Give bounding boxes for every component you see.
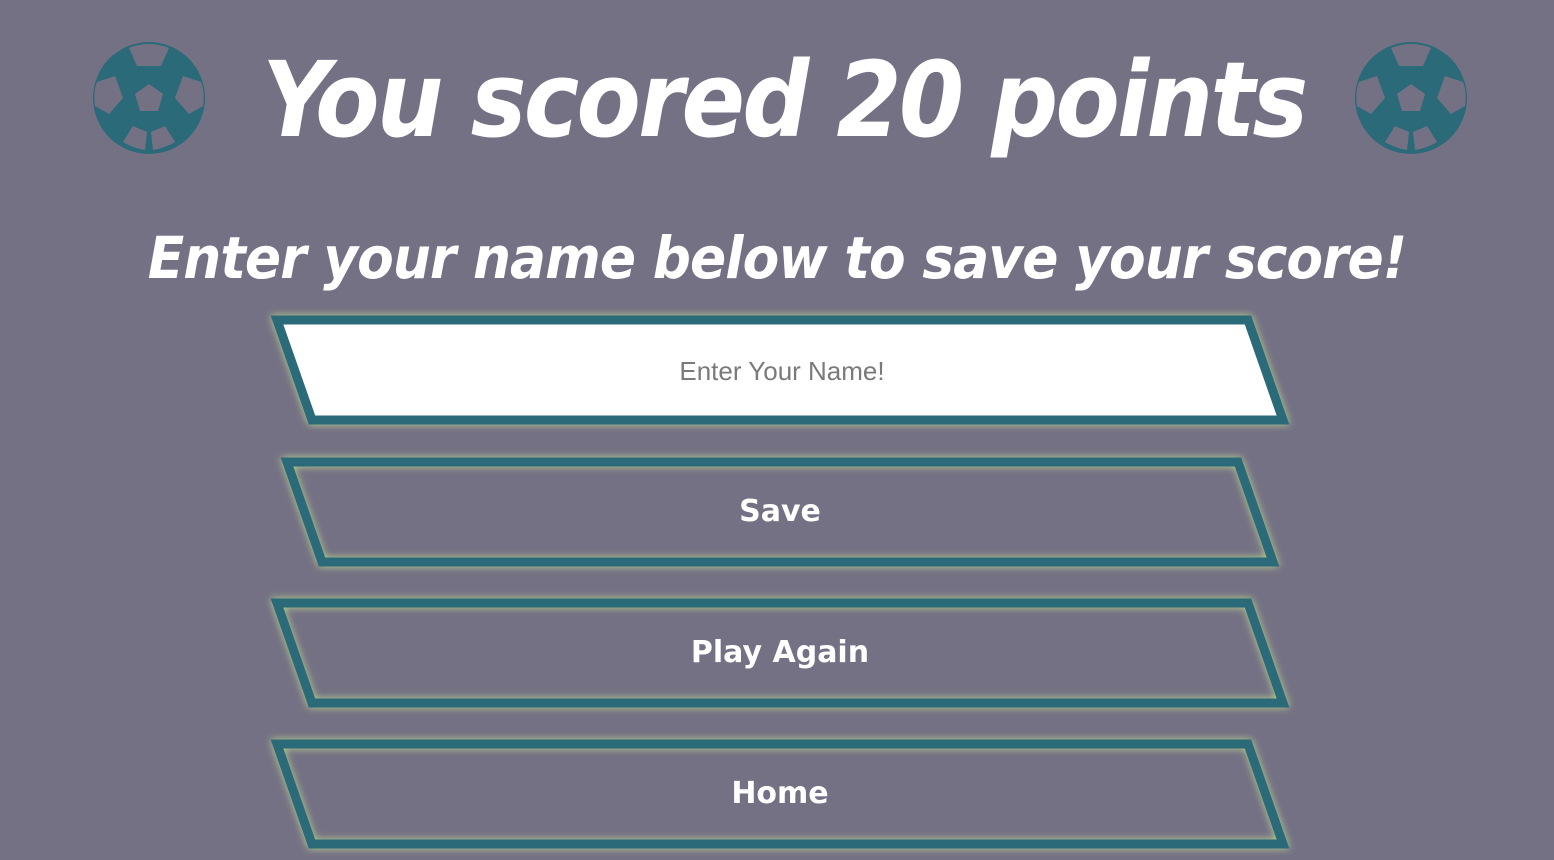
play-again-button[interactable]: Play Again: [270, 598, 1290, 708]
save-score-instruction: Enter your name below to save your score…: [147, 224, 1407, 292]
score-header: You scored 20 points: [0, 30, 1554, 170]
soccer-ball-icon: [93, 42, 205, 154]
home-button-label: Home: [731, 776, 829, 811]
play-again-button-label: Play Again: [690, 635, 870, 670]
name-input-container: [270, 315, 1290, 425]
save-button-label: Save: [739, 494, 821, 529]
name-input[interactable]: [332, 346, 1232, 396]
score-title: You scored 20 points: [262, 39, 1308, 161]
save-button[interactable]: Save: [280, 457, 1280, 567]
home-button[interactable]: Home: [270, 739, 1290, 849]
soccer-ball-icon: [1355, 42, 1467, 154]
